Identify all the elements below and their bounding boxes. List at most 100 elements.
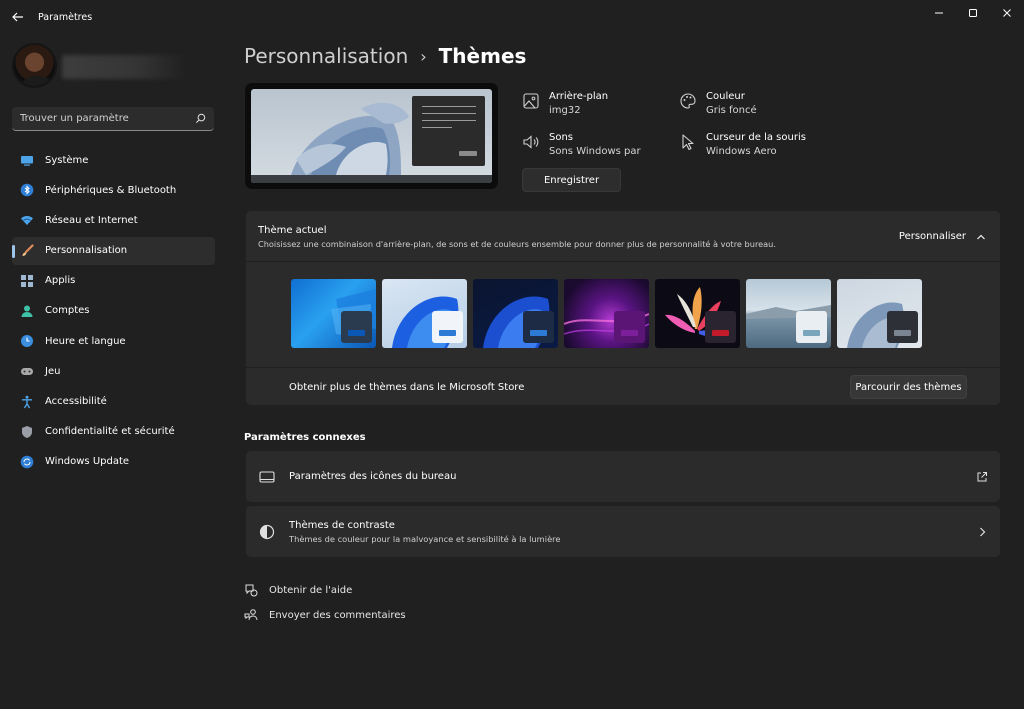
sidebar-item-apps[interactable]: Applis bbox=[12, 267, 215, 295]
avatar-shirt bbox=[22, 76, 52, 86]
theme-thumbnail[interactable] bbox=[382, 279, 467, 348]
theme-mini-button bbox=[621, 330, 638, 336]
sidebar-item-label: Personnalisation bbox=[45, 245, 128, 257]
theme-thumbnail[interactable] bbox=[564, 279, 649, 348]
preview-window bbox=[412, 96, 485, 166]
current-theme-panel: Thème actuel Choisissez une combinaison … bbox=[246, 211, 1000, 405]
sidebar-item-windows-update[interactable]: Windows Update bbox=[12, 448, 215, 476]
customize-label: Personnaliser bbox=[898, 231, 966, 242]
sounds-text: Sons Sons Windows par bbox=[549, 131, 641, 159]
theme-thumbnail[interactable] bbox=[655, 279, 740, 348]
color-setting[interactable]: Couleur Gris foncé bbox=[679, 90, 757, 118]
theme-mini-window bbox=[523, 311, 554, 343]
sidebar-nav: Système Périphériques & Bluetooth Réseau… bbox=[12, 146, 215, 478]
bluetooth-icon bbox=[20, 183, 34, 197]
account-name-blurred bbox=[62, 55, 187, 79]
background-setting[interactable]: Arrière-plan img32 bbox=[522, 90, 608, 118]
theme-thumbnail[interactable] bbox=[746, 279, 831, 348]
sounds-setting[interactable]: Sons Sons Windows par bbox=[522, 131, 641, 159]
cursor-setting[interactable]: Curseur de la souris Windows Aero bbox=[679, 131, 806, 159]
sidebar-item-privacy-security[interactable]: Confidentialité et sécurité bbox=[12, 418, 215, 446]
sidebar-item-time-language[interactable]: Heure et langue bbox=[12, 327, 215, 355]
theme-thumbnail[interactable] bbox=[291, 279, 376, 348]
sidebar-item-label: Applis bbox=[45, 275, 76, 287]
sidebar-item-network[interactable]: Réseau et Internet bbox=[12, 206, 215, 234]
desktop-icons-title: Paramètres des icônes du bureau bbox=[289, 471, 457, 482]
send-feedback-label: Envoyer des commentaires bbox=[269, 609, 406, 621]
color-text: Couleur Gris foncé bbox=[706, 90, 757, 118]
theme-mini-window bbox=[614, 311, 645, 343]
theme-mini-window bbox=[887, 311, 918, 343]
desktop-icon bbox=[258, 468, 276, 486]
search-icon[interactable] bbox=[195, 113, 206, 124]
get-help-link[interactable]: Obtenir de l'aide bbox=[244, 583, 352, 597]
apps-grid-icon bbox=[20, 274, 34, 288]
sidebar-item-label: Heure et langue bbox=[45, 335, 126, 347]
desktop-icons-settings-row[interactable]: Paramètres des icônes du bureau bbox=[246, 451, 1000, 502]
sidebar-item-devices-bluetooth[interactable]: Périphériques & Bluetooth bbox=[12, 176, 215, 204]
related-settings-title: Paramètres connexes bbox=[244, 432, 366, 443]
search-box[interactable] bbox=[12, 107, 214, 131]
contrast-themes-title: Thèmes de contraste bbox=[289, 520, 395, 531]
external-link-icon bbox=[977, 472, 987, 482]
sidebar-item-accounts[interactable]: Comptes bbox=[12, 297, 215, 325]
browse-themes-button[interactable]: Parcourir des thèmes bbox=[850, 375, 967, 399]
preview-line bbox=[422, 106, 476, 107]
cursor-text: Curseur de la souris Windows Aero bbox=[706, 131, 806, 159]
app-title: Paramètres bbox=[38, 12, 93, 23]
current-theme-header[interactable]: Thème actuel Choisissez une combinaison … bbox=[246, 211, 1000, 262]
cursor-icon bbox=[682, 134, 694, 151]
window-controls bbox=[922, 0, 1024, 28]
update-icon bbox=[20, 455, 34, 469]
maximize-button[interactable] bbox=[956, 0, 990, 26]
background-title: Arrière-plan bbox=[549, 91, 609, 102]
theme-mini-button bbox=[712, 330, 729, 336]
theme-mini-button bbox=[439, 330, 456, 336]
sidebar-item-label: Confidentialité et sécurité bbox=[45, 426, 175, 438]
search-input[interactable] bbox=[12, 107, 192, 130]
sidebar-item-label: Accessibilité bbox=[45, 396, 107, 407]
back-arrow-icon[interactable] bbox=[11, 10, 25, 24]
store-text: Obtenir plus de thèmes dans le Microsoft… bbox=[289, 382, 525, 393]
minimize-button[interactable] bbox=[922, 0, 956, 26]
avatar[interactable] bbox=[12, 43, 57, 88]
sidebar-item-system[interactable]: Système bbox=[12, 146, 215, 174]
theme-mini-window bbox=[341, 311, 372, 343]
sounds-value: Sons Windows par bbox=[549, 146, 641, 157]
breadcrumb: Personnalisation › Thèmes bbox=[244, 44, 526, 68]
person-icon bbox=[20, 304, 34, 318]
title-bar: Paramètres bbox=[0, 0, 1024, 34]
theme-mini-button bbox=[530, 330, 547, 336]
sidebar-item-label: Windows Update bbox=[45, 456, 130, 468]
contrast-themes-row[interactable]: Thèmes de contraste Thèmes de couleur po… bbox=[246, 506, 1000, 557]
theme-mini-window bbox=[705, 311, 736, 343]
sidebar-item-gaming[interactable]: Jeu bbox=[12, 357, 215, 385]
preview-button bbox=[459, 151, 477, 156]
accessibility-icon bbox=[20, 395, 34, 409]
send-feedback-link[interactable]: Envoyer des commentaires bbox=[244, 608, 406, 622]
feedback-icon bbox=[244, 609, 258, 621]
theme-thumbnail[interactable] bbox=[473, 279, 558, 348]
contrast-icon bbox=[258, 523, 276, 541]
sidebar-item-label: Jeu bbox=[45, 365, 61, 377]
close-icon bbox=[1003, 9, 1011, 17]
palette-icon bbox=[680, 93, 696, 109]
close-button[interactable] bbox=[990, 0, 1024, 26]
wifi-icon bbox=[20, 213, 34, 227]
sounds-title: Sons bbox=[549, 132, 574, 143]
color-value: Gris foncé bbox=[706, 105, 757, 116]
theme-mini-window bbox=[796, 311, 827, 343]
breadcrumb-separator: › bbox=[420, 46, 427, 66]
current-theme-title: Thème actuel bbox=[258, 225, 327, 236]
sidebar-item-label: Réseau et Internet bbox=[45, 214, 138, 226]
sidebar-item-accessibility[interactable]: Accessibilité bbox=[12, 388, 215, 416]
globe-clock-icon bbox=[20, 334, 34, 348]
save-button[interactable]: Enregistrer bbox=[522, 168, 621, 192]
sidebar-item-personalization[interactable]: Personnalisation bbox=[12, 236, 215, 265]
sidebar-item-label: Comptes bbox=[45, 305, 90, 317]
chevron-up-icon[interactable] bbox=[976, 232, 986, 242]
picture-icon bbox=[523, 93, 539, 109]
theme-thumbnail[interactable] bbox=[837, 279, 922, 348]
breadcrumb-parent[interactable]: Personnalisation bbox=[244, 44, 408, 68]
background-text: Arrière-plan img32 bbox=[549, 90, 608, 118]
